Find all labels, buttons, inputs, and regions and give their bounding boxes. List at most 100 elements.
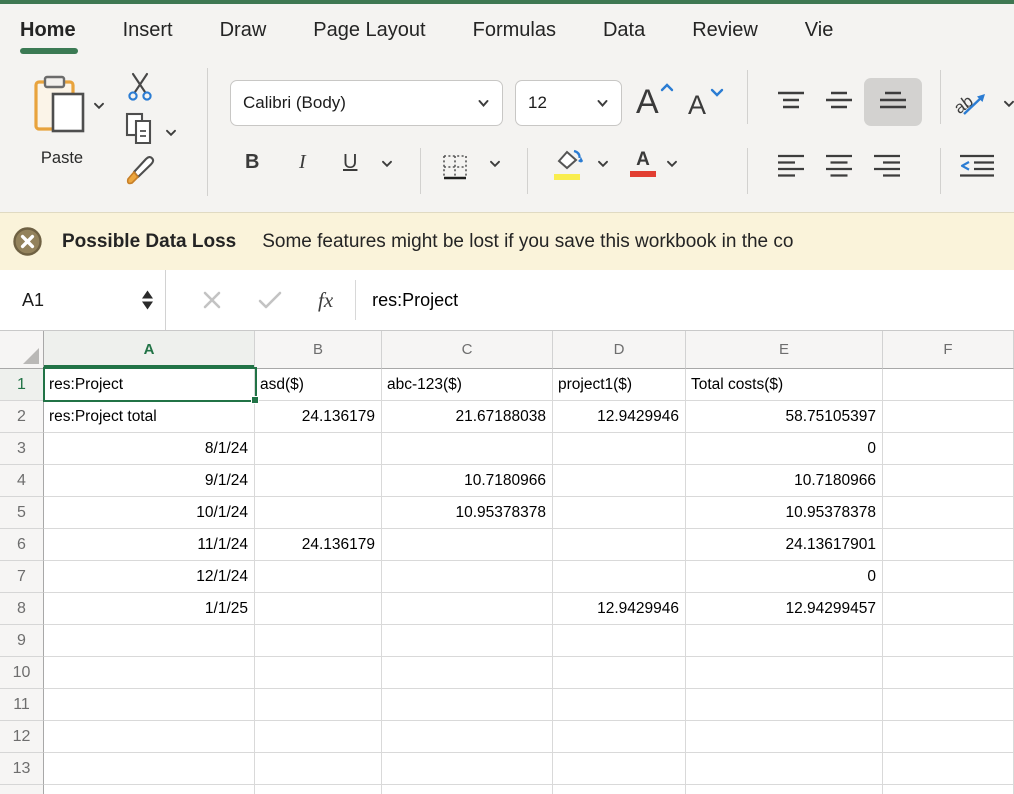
cell-e13[interactable] <box>686 753 883 785</box>
tab-page-layout[interactable]: Page Layout <box>313 4 425 56</box>
cell-c6[interactable] <box>382 529 553 561</box>
cell-f2[interactable] <box>883 401 1014 433</box>
cell-a11[interactable] <box>44 689 255 721</box>
decrease-font-size-button[interactable]: A <box>686 88 724 116</box>
cell-c7[interactable] <box>382 561 553 593</box>
cell-d2[interactable]: 12.9429946 <box>553 401 686 433</box>
cell-c4[interactable]: 10.7180966 <box>382 465 553 497</box>
cell-d12[interactable] <box>553 721 686 753</box>
confirm-entry-icon[interactable] <box>258 291 282 309</box>
cell-b4[interactable] <box>255 465 382 497</box>
cell-b2[interactable]: 24.136179 <box>255 401 382 433</box>
fill-color-chevron-icon[interactable] <box>597 160 609 168</box>
cell-d3[interactable] <box>553 433 686 465</box>
cell-a10[interactable] <box>44 657 255 689</box>
cell-e6[interactable]: 24.13617901 <box>686 529 883 561</box>
align-middle-button[interactable] <box>824 90 854 114</box>
column-header-e[interactable]: E <box>686 331 883 369</box>
cell-d9[interactable] <box>553 625 686 657</box>
text-orientation-button[interactable]: ab <box>952 84 992 120</box>
select-all-corner[interactable] <box>0 331 44 369</box>
cell-f8[interactable] <box>883 593 1014 625</box>
column-header-d[interactable]: D <box>553 331 686 369</box>
align-right-button[interactable] <box>872 154 902 178</box>
row-header-12[interactable]: 12 <box>0 721 44 753</box>
format-painter-button[interactable] <box>124 152 158 188</box>
row-header-10[interactable]: 10 <box>0 657 44 689</box>
cell-c8[interactable] <box>382 593 553 625</box>
cell-c1[interactable]: abc-123($) <box>382 369 553 401</box>
tab-draw[interactable]: Draw <box>220 4 267 56</box>
cell-d4[interactable] <box>553 465 686 497</box>
borders-button[interactable] <box>441 153 469 181</box>
cell-f6[interactable] <box>883 529 1014 561</box>
cell-c10[interactable] <box>382 657 553 689</box>
cell-b10[interactable] <box>255 657 382 689</box>
orientation-chevron-icon[interactable] <box>1003 100 1014 108</box>
cell-e2[interactable]: 58.75105397 <box>686 401 883 433</box>
cell-c11[interactable] <box>382 689 553 721</box>
cell-f1[interactable] <box>883 369 1014 401</box>
column-header-a[interactable]: A <box>44 331 255 369</box>
cell-f12[interactable] <box>883 721 1014 753</box>
cut-button[interactable] <box>127 72 153 102</box>
row-header-9[interactable]: 9 <box>0 625 44 657</box>
cell-d11[interactable] <box>553 689 686 721</box>
font-name-select[interactable]: Calibri (Body) <box>230 80 503 126</box>
cell-f3[interactable] <box>883 433 1014 465</box>
cell-e10[interactable] <box>686 657 883 689</box>
cell-a13[interactable] <box>44 753 255 785</box>
cell-a5[interactable]: 10/1/24 <box>44 497 255 529</box>
cell-e1[interactable]: Total costs($) <box>686 369 883 401</box>
cell-c3[interactable] <box>382 433 553 465</box>
copy-chevron-icon[interactable] <box>165 129 177 137</box>
cell-a4[interactable]: 9/1/24 <box>44 465 255 497</box>
name-box-stepper[interactable] <box>142 291 153 310</box>
underline-chevron-icon[interactable] <box>381 160 393 168</box>
cell-e5[interactable]: 10.95378378 <box>686 497 883 529</box>
formula-input[interactable]: res:Project <box>356 270 1014 330</box>
font-color-button[interactable]: A <box>630 150 656 177</box>
cell-c5[interactable]: 10.95378378 <box>382 497 553 529</box>
bold-button[interactable]: B <box>245 151 259 174</box>
row-header-4[interactable]: 4 <box>0 465 44 497</box>
cell-d13[interactable] <box>553 753 686 785</box>
cell-e3[interactable]: 0 <box>686 433 883 465</box>
cell-b9[interactable] <box>255 625 382 657</box>
row-header-8[interactable]: 8 <box>0 593 44 625</box>
underline-button[interactable]: U <box>343 151 357 174</box>
tab-formulas[interactable]: Formulas <box>473 4 556 56</box>
fill-handle[interactable] <box>251 396 259 404</box>
row-header-2[interactable]: 2 <box>0 401 44 433</box>
cell-b6[interactable]: 24.136179 <box>255 529 382 561</box>
decrease-indent-button[interactable] <box>958 154 996 178</box>
cell-b1[interactable]: asd($) <box>255 369 382 401</box>
cell-c9[interactable] <box>382 625 553 657</box>
cell-b13[interactable] <box>255 753 382 785</box>
cell-e8[interactable]: 12.94299457 <box>686 593 883 625</box>
align-top-button[interactable] <box>776 90 806 114</box>
font-color-chevron-icon[interactable] <box>666 160 678 168</box>
column-header-c[interactable]: C <box>382 331 553 369</box>
paste-button[interactable] <box>32 74 88 134</box>
cell-f7[interactable] <box>883 561 1014 593</box>
increase-font-size-button[interactable]: A <box>634 82 674 116</box>
cell-f13[interactable] <box>883 753 1014 785</box>
cell-c13[interactable] <box>382 753 553 785</box>
cell-f10[interactable] <box>883 657 1014 689</box>
italic-button[interactable]: I <box>299 151 306 174</box>
cell-d10[interactable] <box>553 657 686 689</box>
borders-chevron-icon[interactable] <box>489 160 501 168</box>
cell-a3[interactable]: 8/1/24 <box>44 433 255 465</box>
cell-f5[interactable] <box>883 497 1014 529</box>
cell-f4[interactable] <box>883 465 1014 497</box>
row-header-3[interactable]: 3 <box>0 433 44 465</box>
name-box[interactable]: A1 <box>0 270 166 330</box>
cell-a2[interactable]: res:Project total <box>44 401 255 433</box>
tab-review[interactable]: Review <box>692 4 758 56</box>
cell-b8[interactable] <box>255 593 382 625</box>
cell-d7[interactable] <box>553 561 686 593</box>
cell-e4[interactable]: 10.7180966 <box>686 465 883 497</box>
tab-data[interactable]: Data <box>603 4 645 56</box>
fill-color-button[interactable] <box>554 148 586 180</box>
